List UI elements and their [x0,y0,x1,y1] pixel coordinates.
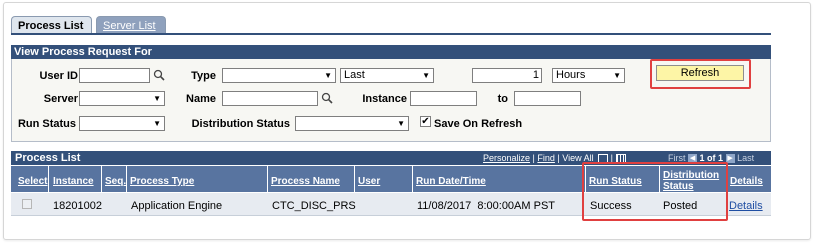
period-count-input[interactable]: 1 [472,68,542,83]
col-process-type[interactable]: Process Type [130,176,194,187]
chevron-down-icon: ▼ [153,119,161,128]
tab-underline [11,33,771,35]
chevron-down-icon: ▼ [324,71,332,80]
to-label: to [497,93,508,105]
instance-label: Instance [362,93,407,105]
highlight-refresh [650,59,751,89]
col-seq[interactable]: Seq. [105,176,126,187]
col-process-name[interactable]: Process Name [271,176,340,187]
save-on-refresh-label: Save On Refresh [434,118,523,130]
chevron-down-icon: ▼ [397,119,405,128]
run-status-select[interactable]: ▼ [79,116,165,131]
col-details[interactable]: Details [730,176,763,187]
save-on-refresh-checkbox[interactable]: ✔ [420,116,431,127]
tab-server-list[interactable]: Server List [96,16,166,34]
period-unit-select[interactable]: Hours ▼ [552,68,625,83]
cell-process-type: Application Engine [131,200,223,212]
last-link[interactable]: Last [737,153,754,163]
personalize-link[interactable]: Personalize [483,153,530,163]
distribution-status-select[interactable]: ▼ [295,116,409,131]
instance-to-input[interactable] [514,91,581,106]
period-select-value: Last [344,69,365,81]
distribution-status-label: Distribution Status [191,118,290,130]
col-run-datetime[interactable]: Run Date/Time [416,176,486,187]
server-label: Server [43,93,78,105]
chevron-down-icon: ▼ [613,71,621,80]
tab-process-list[interactable]: Process List [11,16,92,34]
user-id-lookup-icon[interactable] [153,69,165,81]
name-input[interactable] [222,91,318,106]
period-unit-value: Hours [556,69,586,81]
type-select[interactable]: ▼ [222,68,336,83]
name-label: Name [186,93,216,105]
user-id-input[interactable] [79,68,150,83]
highlight-status-columns [582,162,728,221]
run-status-label: Run Status [17,118,76,130]
user-id-label: User ID [39,70,78,82]
instance-from-input[interactable] [410,91,477,106]
row-select-checkbox[interactable] [22,199,32,209]
find-link[interactable]: Find [537,153,555,163]
criteria-title: View Process Request For [11,45,771,59]
col-instance[interactable]: Instance [53,176,94,187]
cell-process-name: CTC_DISC_PRS [272,200,356,212]
server-select[interactable]: ▼ [79,91,165,106]
cell-instance: 18201002 [53,200,102,212]
col-user[interactable]: User [358,176,380,187]
chevron-down-icon: ▼ [422,71,430,80]
type-label: Type [191,70,216,82]
period-select[interactable]: Last ▼ [340,68,434,83]
name-lookup-icon[interactable] [321,92,333,104]
col-select[interactable]: Select [18,176,47,187]
chevron-down-icon: ▼ [153,94,161,103]
details-link[interactable]: Details [729,200,763,212]
cell-run-datetime: 11/08/2017 8:00:00AM PST [417,200,555,212]
